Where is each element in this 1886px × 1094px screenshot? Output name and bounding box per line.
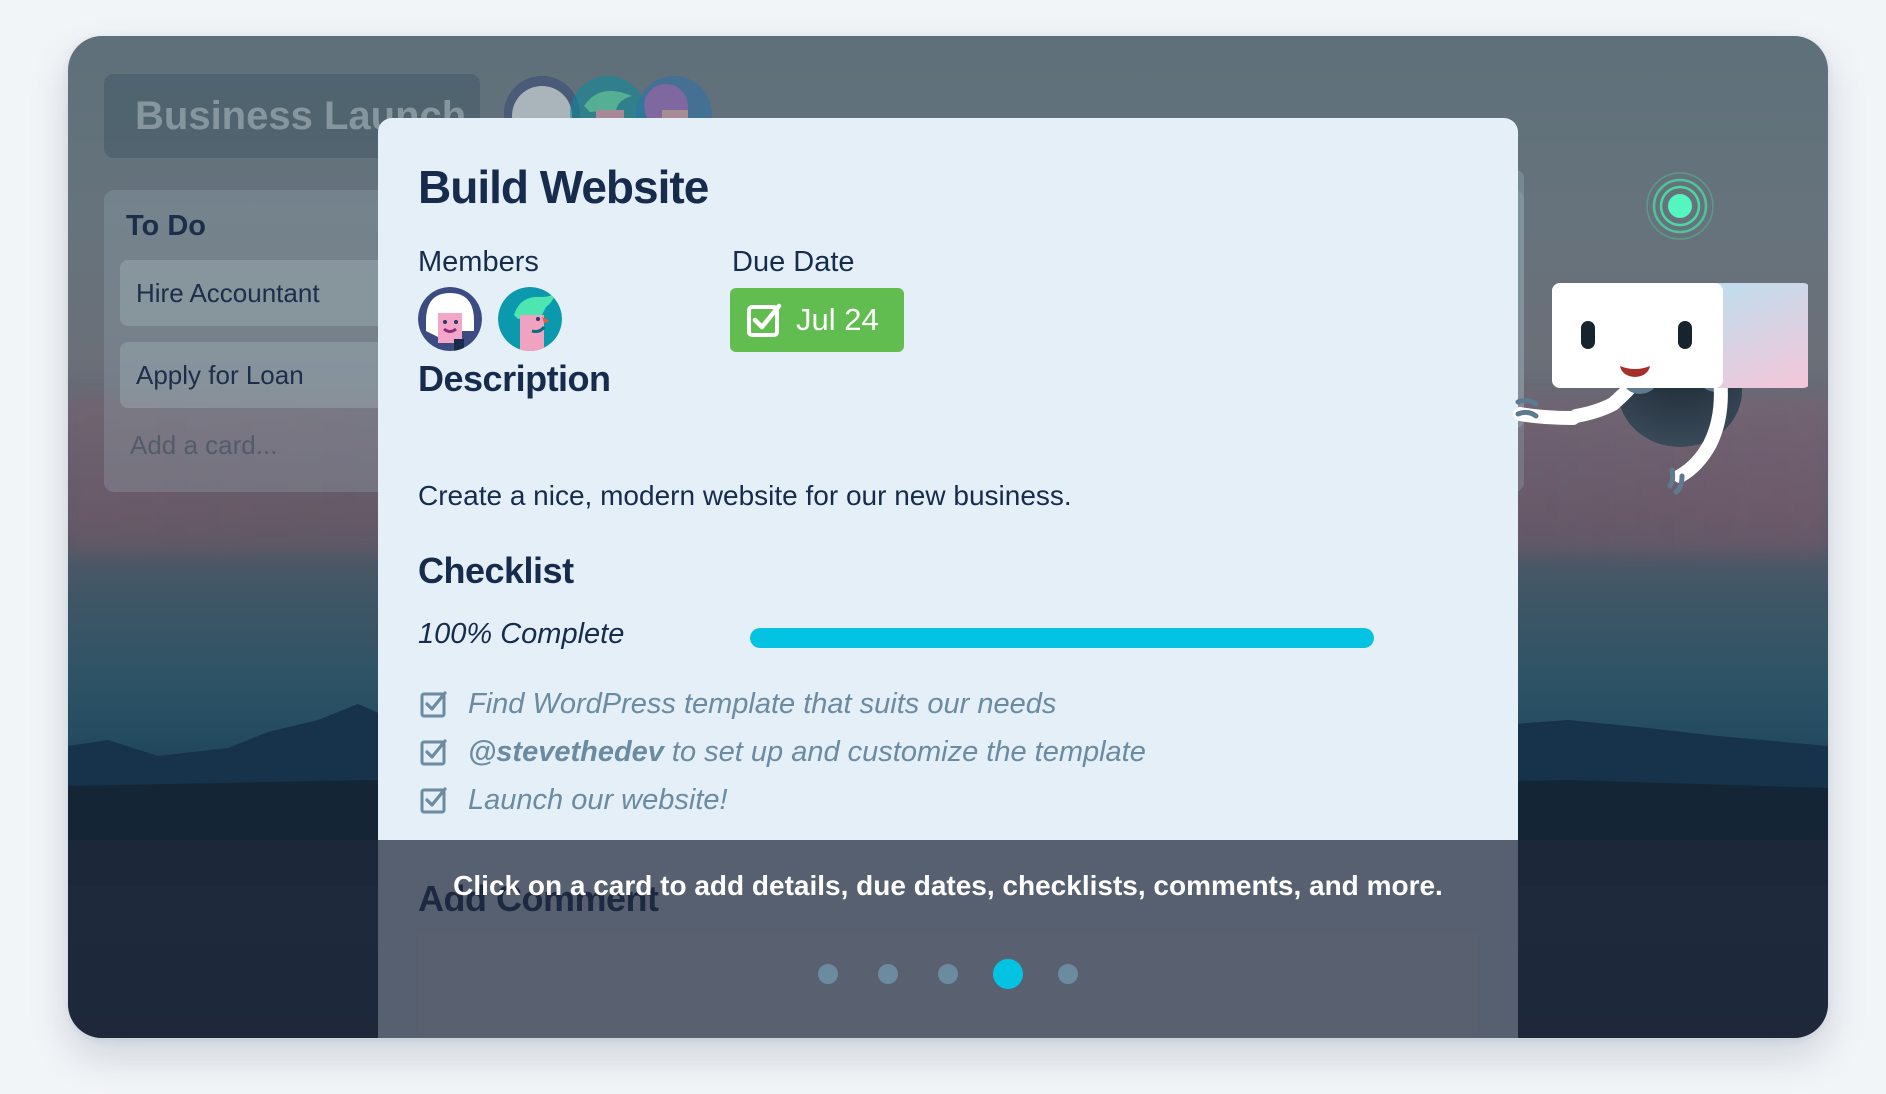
description-heading: Description — [418, 358, 611, 399]
tour-caption: Click on a card to add details, due date… — [453, 870, 1443, 901]
member-avatar[interactable] — [418, 287, 482, 351]
onboarding-frame: Business Launch To Do Hire Accountant Ap… — [68, 36, 1828, 1038]
member-avatar[interactable] — [498, 287, 562, 351]
members-label: Members — [418, 246, 539, 278]
tour-overlay: Click on a card to add details, due date… — [68, 840, 1828, 1038]
checkbox-checked-icon[interactable] — [420, 786, 448, 814]
tour-step-dot[interactable] — [1058, 964, 1078, 984]
tour-step-dot[interactable] — [818, 964, 838, 984]
checkbox-checked-icon[interactable] — [420, 690, 448, 718]
checklist-item-text: Find WordPress template that suits our n… — [468, 687, 1057, 720]
checklist-item[interactable]: @stevethedev to set up and customize the… — [420, 732, 1146, 772]
due-date-badge[interactable]: Jul 24 — [730, 288, 904, 352]
checklist-progress-fill — [750, 628, 1374, 648]
description-text[interactable]: Create a nice, modern website for our ne… — [418, 480, 1072, 512]
checklist-item[interactable]: Find WordPress template that suits our n… — [420, 684, 1056, 724]
checklist-item-text: to set up and customize the template — [671, 735, 1146, 768]
avatar-helmet-icon — [418, 287, 482, 351]
tour-step-indicator — [68, 954, 1828, 994]
list-card[interactable]: Hire Accountant — [120, 260, 420, 326]
checklist-item-text: Launch our website! — [468, 783, 728, 816]
checklist-progress-text: 100% Complete — [418, 618, 625, 650]
robot-mascot-icon — [1513, 172, 1808, 495]
list-title: To Do — [126, 210, 206, 242]
tour-step-dot-active[interactable] — [993, 959, 1023, 989]
checklist-item[interactable]: Launch our website! — [420, 780, 728, 820]
card-title[interactable]: Build Website — [418, 160, 709, 214]
checkbox-checked-icon[interactable] — [420, 738, 448, 766]
tour-step-dot[interactable] — [938, 964, 958, 984]
add-card-link[interactable]: Add a card... — [130, 430, 277, 461]
list-card[interactable]: Apply for Loan — [120, 342, 420, 408]
checklist-progress-bar — [750, 628, 1374, 648]
checkbox-checked-icon — [747, 303, 782, 337]
checklist-heading: Checklist — [418, 550, 574, 591]
avatar-green-hair-icon — [498, 287, 562, 351]
due-date-label: Due Date — [732, 246, 855, 278]
tour-step-dot[interactable] — [878, 964, 898, 984]
due-date-value: Jul 24 — [796, 302, 879, 337]
checklist-item-mention[interactable]: @stevethedev — [468, 736, 664, 769]
